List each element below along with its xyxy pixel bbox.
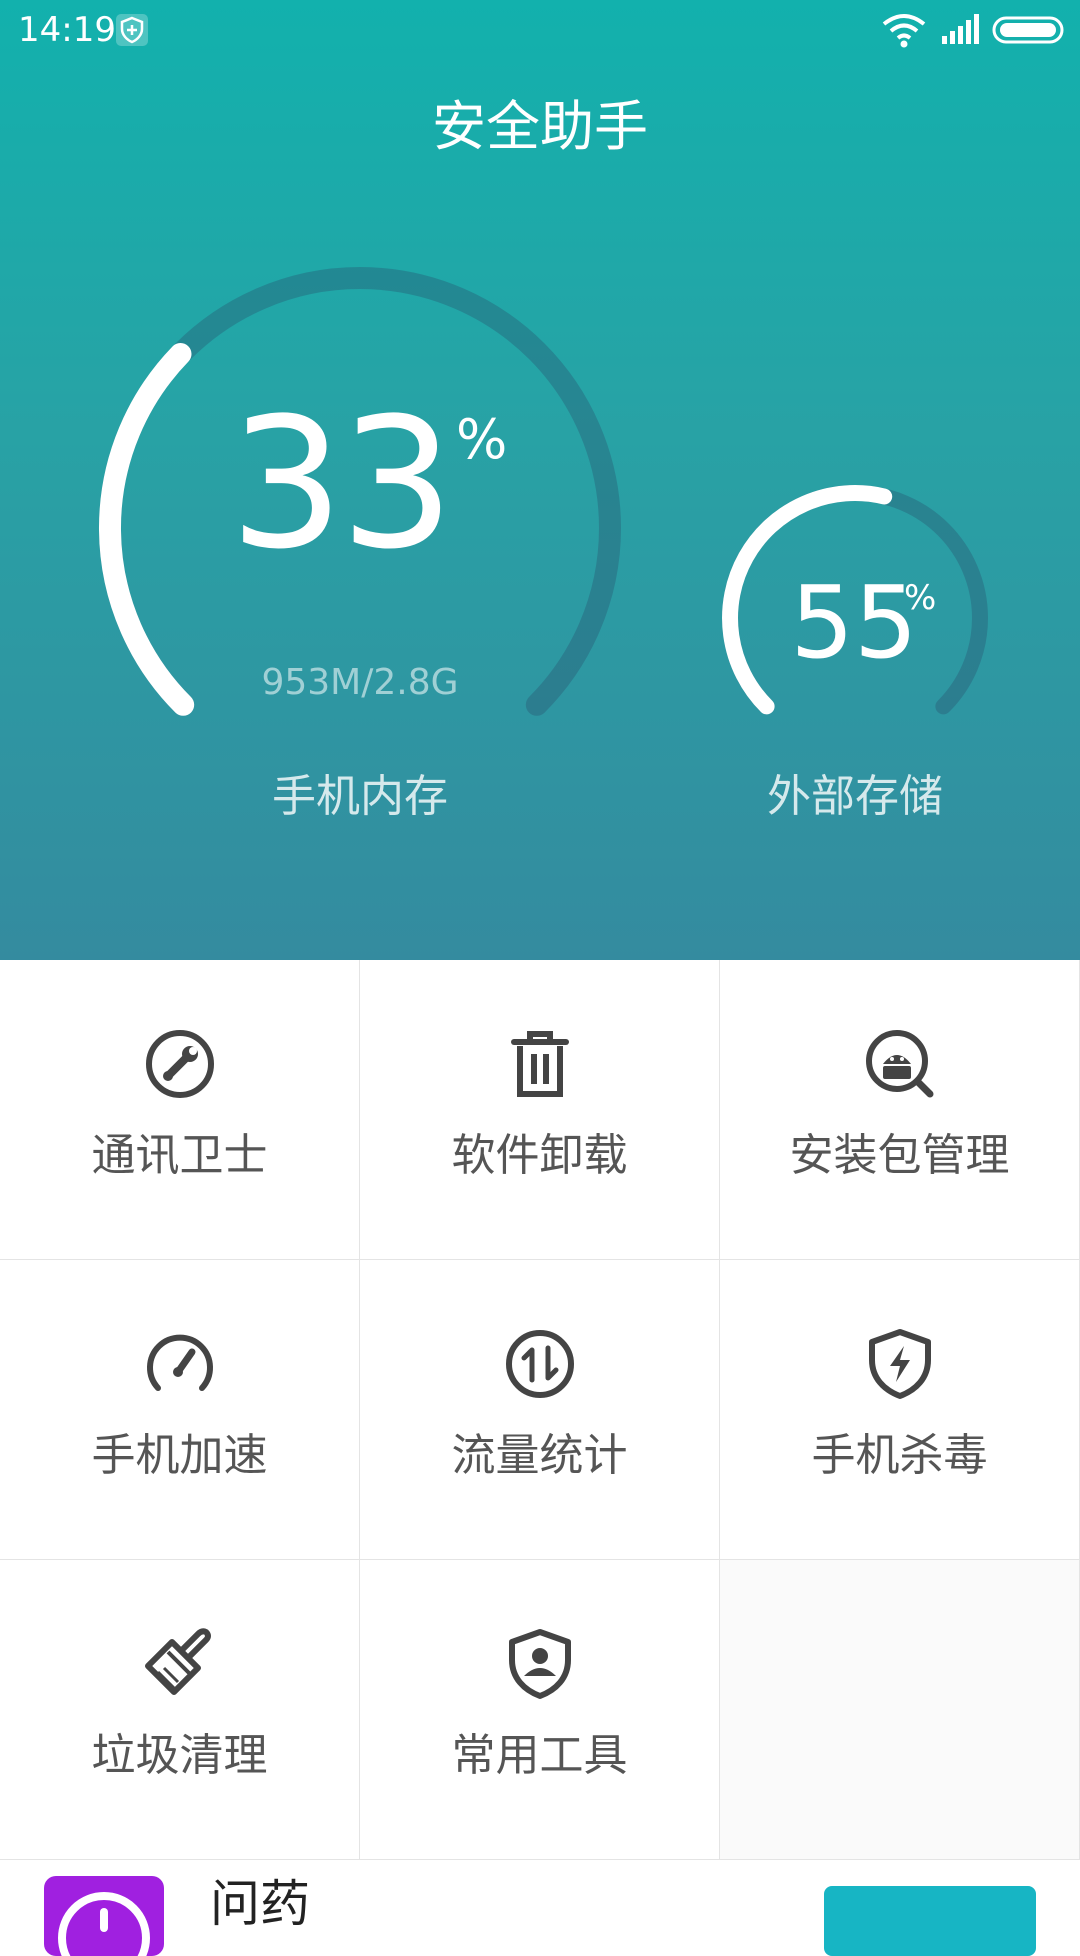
- empty-cell: [720, 1560, 1080, 1860]
- shield-user-icon: [509, 1629, 571, 1699]
- broom-icon: [145, 1628, 211, 1695]
- tool-app-uninstall[interactable]: 软件卸载: [360, 960, 720, 1260]
- tool-data-usage[interactable]: 流量统计: [360, 1260, 720, 1560]
- tool-contact-guard[interactable]: 通讯卫士: [0, 960, 360, 1260]
- ad-app-icon: [44, 1876, 164, 1956]
- trash-icon: [511, 1031, 569, 1097]
- tool-label: 流量统计: [451, 1430, 628, 1481]
- ad-banner[interactable]: 问药: [0, 1862, 1080, 1956]
- tool-label: 垃圾清理: [91, 1730, 268, 1781]
- storage-percent-unit: %: [904, 578, 937, 618]
- tool-phone-boost[interactable]: 手机加速: [0, 1260, 360, 1560]
- ad-action-button[interactable]: [824, 1886, 1036, 1956]
- storage-label[interactable]: 外部存储: [740, 760, 970, 824]
- tool-label: 手机杀毒: [811, 1430, 988, 1481]
- ad-title: 问药: [210, 1875, 310, 1933]
- tool-junk-cleaner[interactable]: 垃圾清理: [0, 1560, 360, 1860]
- hero-panel: 14:19 安全助手 33 % 953M/2.8G 手机内存 55 % 外部存储: [0, 0, 1080, 960]
- memory-label[interactable]: 手机内存: [210, 760, 510, 824]
- tool-antivirus[interactable]: 手机杀毒: [720, 1260, 1080, 1560]
- shield-bolt-icon: [869, 1329, 931, 1399]
- tool-label: 常用工具: [451, 1730, 628, 1781]
- tool-label: 安装包管理: [789, 1130, 1010, 1181]
- memory-percent-unit: %: [456, 408, 508, 471]
- tool-label: 通讯卫士: [91, 1130, 268, 1181]
- wrench-icon: [146, 1030, 214, 1098]
- memory-gauge-fill: [98, 343, 195, 716]
- speedometer-icon: [147, 1334, 213, 1391]
- data-traffic-icon: [506, 1330, 574, 1398]
- android-search-icon: [866, 1030, 934, 1098]
- pill-icon: [58, 1892, 150, 1956]
- tool-label: 软件卸载: [451, 1130, 628, 1181]
- tool-apk-manager[interactable]: 安装包管理: [720, 960, 1080, 1260]
- tool-common-tools[interactable]: 常用工具: [360, 1560, 720, 1860]
- tool-label: 手机加速: [91, 1430, 268, 1481]
- tools-grid: 通讯卫士 软件卸载 安装包管理 手机加速 流量统计 手机杀毒 垃圾清理 常用工具: [0, 960, 1080, 1860]
- memory-usage-detail: 953M/2.8G: [261, 662, 459, 703]
- memory-percent: 33: [229, 380, 454, 589]
